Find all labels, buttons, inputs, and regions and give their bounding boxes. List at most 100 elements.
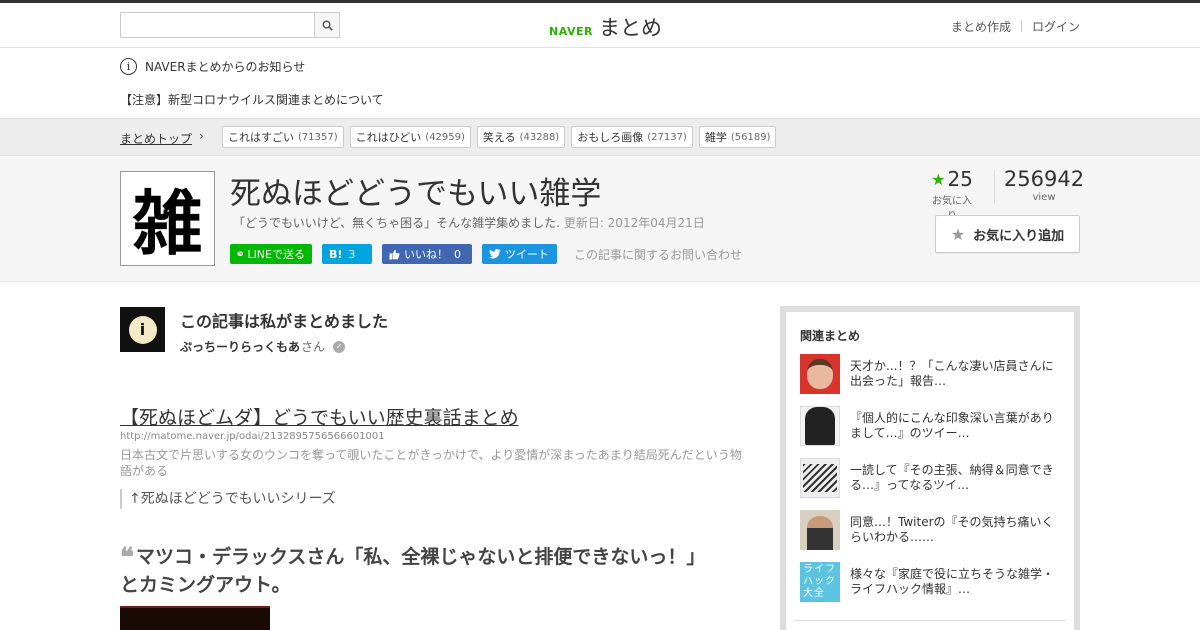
description-text: 「どうでもいいけど、無くちゃ困る」そんな雑学集めました. bbox=[233, 216, 560, 230]
view-count: 256942 view bbox=[1000, 167, 1088, 203]
sidebar-title: 関連まとめ bbox=[800, 329, 861, 343]
list-item[interactable]: 天才か...！？「こんな凄い店員さんに出会った」報告… bbox=[800, 354, 1060, 394]
quote-icon: ❝ bbox=[120, 543, 134, 573]
line-share-button[interactable]: LINE LINEで送る bbox=[230, 244, 312, 264]
list-item[interactable]: 一読して『その主張、納得＆同意できる…』ってなるツイ… bbox=[800, 458, 1060, 498]
divider bbox=[1020, 20, 1022, 32]
tweet-button[interactable]: ツイート bbox=[482, 244, 557, 264]
verified-check-icon: ✓ bbox=[333, 340, 346, 353]
tag-label: これはひどい bbox=[355, 131, 422, 144]
avatar-mark: i bbox=[128, 315, 157, 344]
logo-naver: NAVER bbox=[549, 25, 593, 38]
item-thumbnail bbox=[800, 510, 840, 550]
article-header: 雑 死ぬほどどうでもいい雑学 「どうでもいいけど、無くちゃ困る」そんな雑学集めま… bbox=[0, 156, 1200, 282]
item-title: 『個人的にこんな印象深い言葉がありまして…』のツイー… bbox=[850, 411, 1054, 440]
author-heading: この記事は私がまとめました bbox=[180, 312, 389, 331]
views-number: 256942 bbox=[1003, 167, 1085, 191]
article-description: 「どうでもいいけど、無くちゃ困る」そんな雑学集めました. 更新日: 2012年0… bbox=[233, 214, 705, 231]
tag-count: (43288) bbox=[519, 131, 560, 143]
comment-note: ↑死ぬほどどうでもいいシリーズ bbox=[120, 489, 336, 509]
tag-label: おもしろ画像 bbox=[577, 131, 644, 144]
chevron-right-icon: › bbox=[199, 129, 204, 143]
tag-label: これはすごい bbox=[228, 131, 294, 144]
tag-label: 笑える bbox=[482, 131, 516, 144]
author-name: ぷっちーりらっくもあ さん ✓ bbox=[180, 338, 346, 355]
item-title: 様々な『家庭で役に立ちそうな雑学・ライフハック情報』… bbox=[850, 567, 1055, 596]
item-title: 一読して『その主張、納得＆同意できる…』ってなるツイ… bbox=[850, 463, 1054, 492]
list-item[interactable]: 同意…！Twiterの『その気持ち痛いくらいわかる…… bbox=[800, 510, 1060, 550]
page-title: 死ぬほどどうでもいい雑学 bbox=[230, 176, 602, 212]
divider bbox=[794, 620, 1066, 621]
content-heading-text: マツコ・デラックスさん「私、全裸じゃないと排便できないっ！」 とカミングアウト。 bbox=[120, 546, 715, 596]
item-title: 同意…！Twiterの『その気持ち痛いくらいわかる…… bbox=[850, 515, 1054, 544]
tag-count: (27137) bbox=[647, 131, 687, 143]
share-buttons: LINE LINEで送る B! 3 いいね！ 0 ツイート この記事に関するお問… bbox=[230, 244, 742, 264]
add-favorite-label: お気に入り追加 bbox=[973, 228, 1065, 244]
related-link-title[interactable]: 【死ぬほどムダ】どうでもいい歴史裏話まとめ bbox=[120, 403, 519, 430]
login-link[interactable]: ログイン bbox=[1032, 18, 1080, 35]
search-input[interactable] bbox=[121, 13, 315, 37]
related-link-url[interactable]: http://matome.naver.jp/odai/213289575656… bbox=[120, 431, 385, 442]
list-item[interactable]: 『個人的にこんな印象深い言葉がありまして…』のツイー… bbox=[800, 406, 1060, 446]
item-title: 天才か...！？「こんな凄い店員さんに出会った」報告… bbox=[850, 359, 1054, 388]
category-tag[interactable]: 笑える (43288) bbox=[476, 126, 566, 148]
tag-count: (71357) bbox=[298, 131, 338, 143]
star-icon: ★ bbox=[950, 224, 966, 244]
notice-link[interactable]: 【注意】新型コロナウイルス関連まとめについて bbox=[120, 91, 384, 108]
site-header: NAVER まとめ まとめ作成 ログイン bbox=[0, 3, 1200, 48]
item-thumbnail: ライフハック大全 bbox=[800, 562, 840, 602]
facebook-count: 0 bbox=[454, 247, 461, 261]
facebook-like-button[interactable]: いいね！ 0 bbox=[382, 244, 472, 264]
category-tags: これはすごい (71357) これはひどい (42959) 笑える (43288) お… bbox=[222, 126, 782, 148]
hatena-bookmark-button[interactable]: B! 3 bbox=[322, 244, 372, 264]
content-heading: ❝ マツコ・デラックスさん「私、全裸じゃないと排便できないっ！」 とカミングアウト… bbox=[120, 544, 720, 599]
notice-title: NAVERまとめからのお知らせ bbox=[145, 60, 306, 74]
matome-top-link[interactable]: まとめトップ bbox=[120, 130, 192, 147]
site-logo[interactable]: NAVER まとめ bbox=[549, 12, 662, 42]
category-tag[interactable]: これはすごい (71357) bbox=[222, 126, 344, 148]
category-tag[interactable]: おもしろ画像 (27137) bbox=[571, 126, 693, 148]
content-photo bbox=[120, 606, 270, 630]
line-icon: LINE bbox=[237, 251, 244, 257]
add-favorite-button[interactable]: ★ お気に入り追加 bbox=[935, 215, 1080, 253]
item-thumbnail bbox=[800, 406, 840, 446]
tag-label: 雑学 bbox=[704, 131, 727, 144]
avatar[interactable]: i bbox=[120, 307, 165, 352]
views-label: view bbox=[1032, 192, 1056, 203]
inquiry-link[interactable]: この記事に関するお問い合わせ bbox=[574, 246, 742, 263]
favorites-count: ★25 お気に入り bbox=[928, 167, 976, 222]
related-list: 天才か...！？「こんな凄い店員さんに出会った」報告… 『個人的にこんな印象深い… bbox=[800, 354, 1060, 614]
header-links: まとめ作成 ログイン bbox=[951, 18, 1080, 35]
list-item[interactable]: ライフハック大全 様々な『家庭で役に立ちそうな雑学・ライフハック情報』… bbox=[800, 562, 1060, 602]
facebook-like-label: いいね！ bbox=[404, 248, 448, 261]
divider bbox=[994, 170, 995, 204]
line-share-label: LINEで送る bbox=[247, 248, 305, 261]
category-tag[interactable]: これはひどい (42959) bbox=[349, 126, 471, 148]
notice-header: i NAVERまとめからのお知らせ bbox=[120, 58, 305, 75]
favorites-number: 25 bbox=[947, 167, 973, 191]
info-icon: i bbox=[120, 58, 137, 75]
svg-text:LINE: LINE bbox=[238, 254, 244, 256]
category-tag[interactable]: 雑学 (56189) bbox=[698, 126, 777, 148]
star-icon: ★ bbox=[931, 169, 946, 189]
tag-count: (56189) bbox=[730, 131, 771, 143]
tag-count: (42959) bbox=[425, 131, 465, 143]
thumbs-up-icon bbox=[389, 249, 400, 259]
search-icon bbox=[322, 20, 333, 31]
author-name-link[interactable]: ぷっちーりらっくもあ bbox=[180, 338, 300, 355]
category-bar: まとめトップ › これはすごい (71357) これはひどい (42959) 笑える… bbox=[0, 118, 1200, 156]
related-link-description: 日本古文で片思いする女のウンコを奪って覗いたことがきっかけで、より愛情が深まった… bbox=[120, 448, 742, 478]
item-thumbnail bbox=[800, 458, 840, 498]
item-thumbnail bbox=[800, 354, 840, 394]
author-suffix: さん bbox=[301, 340, 326, 354]
twitter-bird-icon bbox=[489, 249, 501, 259]
search-box bbox=[120, 12, 340, 38]
tweet-label: ツイート bbox=[505, 248, 549, 261]
create-matome-link[interactable]: まとめ作成 bbox=[951, 18, 1011, 35]
search-button[interactable] bbox=[314, 13, 339, 37]
hatena-count: 3 bbox=[348, 247, 356, 261]
related-matome-sidebar: 関連まとめ 天才か...！？「こんな凄い店員さんに出会った」報告… 『個人的にこ… bbox=[780, 306, 1080, 630]
hatena-icon: B! bbox=[329, 247, 343, 261]
article-thumbnail: 雑 bbox=[120, 171, 215, 266]
updated-date: 更新日: 2012年04月21日 bbox=[563, 216, 705, 230]
